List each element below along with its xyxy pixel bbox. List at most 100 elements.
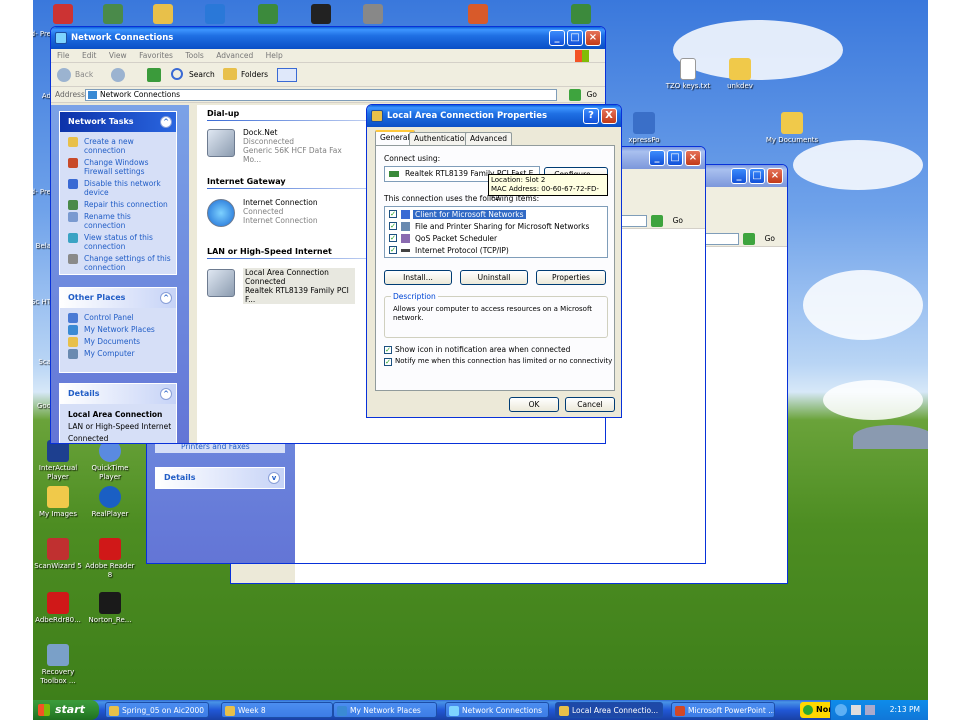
network-tray-icon[interactable] [865, 705, 875, 715]
tcpip-checkbox[interactable]: ✓ [389, 246, 397, 254]
clock[interactable]: 2:13 PM [890, 700, 920, 720]
excel-icon[interactable] [258, 4, 278, 24]
search-button[interactable]: Search [189, 70, 215, 79]
folder-icon[interactable] [153, 4, 173, 24]
qos-checkbox[interactable]: ✓ [389, 234, 397, 242]
place-my-computer[interactable]: My Computer [60, 348, 176, 360]
minimize-button[interactable]: _ [731, 168, 747, 184]
minimize-button[interactable]: _ [649, 150, 665, 166]
desktop-icon-partial[interactable]: Bela [33, 242, 51, 251]
desktop-icon-partial[interactable]: xpressPo [615, 112, 673, 145]
file-sharing-checkbox[interactable]: ✓ [389, 222, 397, 230]
desktop-icon-partial[interactable]: Sca [33, 358, 51, 367]
app-icon[interactable] [363, 4, 383, 24]
desktop-icon-partial[interactable]: Ad [33, 92, 51, 101]
place-my-documents[interactable]: My Documents [60, 336, 176, 348]
forward-arrow-icon[interactable] [111, 68, 125, 82]
desktop-icon-unkdev[interactable]: unkdev [711, 58, 769, 91]
menu-file[interactable]: File [57, 51, 70, 60]
taskbar-button-powerpoint[interactable]: Microsoft PowerPoint ... [671, 702, 775, 718]
go-icon[interactable] [743, 233, 755, 245]
app-icon[interactable] [53, 4, 73, 24]
details-panel[interactable]: Details v [155, 467, 285, 489]
desktop-icon-partial[interactable]: Sc HT [33, 298, 51, 307]
help-button[interactable]: ? [583, 108, 599, 124]
desktop-icon-adberdr[interactable]: AdbeRdr80... [33, 592, 87, 625]
menu-help[interactable]: Help [266, 51, 283, 60]
views-icon[interactable] [277, 68, 297, 82]
desktop-icon-realplayer[interactable]: RealPlayer [81, 486, 139, 519]
desktop-icon-norton-re[interactable]: Norton_Re... [81, 592, 139, 625]
menu-tools[interactable]: Tools [185, 51, 203, 60]
taskbar-button-network-connections[interactable]: Network Connections [445, 702, 549, 718]
details-header[interactable]: Details v [156, 468, 284, 488]
menu-advanced[interactable]: Advanced [216, 51, 253, 60]
desktop-icon-partial[interactable]: Goo [33, 402, 51, 411]
close-button[interactable]: × [585, 30, 601, 46]
install-button[interactable]: Install... [384, 270, 452, 285]
client-checkbox[interactable]: ✓ [389, 210, 397, 218]
show-icon-checkbox[interactable]: ✓ [384, 346, 392, 354]
start-button[interactable]: start [33, 700, 99, 720]
list-item[interactable]: ✓ QoS Packet Scheduler [385, 233, 605, 244]
connection-internet-gateway[interactable]: Internet Connection Connected Internet C… [203, 197, 353, 231]
desktop-icon-partial[interactable]: Ad- Pre [33, 30, 51, 39]
network-tasks-header[interactable]: Network Tasks ^ [60, 112, 176, 132]
components-list[interactable]: ✓ Client for Microsoft Networks ✓ File a… [384, 206, 608, 258]
task-view-status[interactable]: View status of this connection [60, 232, 176, 253]
properties-button[interactable]: Properties [536, 270, 606, 285]
app-icon[interactable] [468, 4, 488, 24]
dialog-titlebar[interactable]: Local Area Connection Properties ? X [367, 105, 621, 127]
cancel-button[interactable]: Cancel [565, 397, 615, 412]
maximize-button[interactable]: □ [667, 150, 683, 166]
list-item[interactable]: ✓ Client for Microsoft Networks [385, 209, 605, 220]
go-icon[interactable] [651, 215, 663, 227]
menu-favorites[interactable]: Favorites [139, 51, 173, 60]
task-disable-device[interactable]: Disable this network device [60, 178, 176, 199]
place-control-panel[interactable]: Control Panel [60, 312, 176, 324]
lan-properties-dialog[interactable]: Local Area Connection Properties ? X Gen… [366, 104, 622, 418]
other-places-header[interactable]: Other Places ^ [60, 288, 176, 308]
tray-collapse-icon[interactable] [835, 704, 847, 716]
window-titlebar[interactable]: Network Connections _ □ × [51, 27, 605, 49]
folders-icon[interactable] [223, 68, 237, 80]
task-create-connection[interactable]: Create a new connection [60, 136, 176, 157]
desktop-icon-adobe-reader[interactable]: Adobe Reader 8 [81, 538, 139, 580]
minimize-button[interactable]: _ [549, 30, 565, 46]
task-rename-connection[interactable]: Rename this connection [60, 211, 176, 232]
chevron-up-icon[interactable]: ^ [160, 388, 172, 400]
taskbar-button-network-places[interactable]: My Network Places [333, 702, 437, 718]
desktop-icon-quicktime[interactable]: QuickTime Player [81, 440, 139, 482]
desktop-icon-scanwizard[interactable]: ScanWizard 5 [33, 538, 87, 571]
taskbar-button-lan-properties[interactable]: Local Area Connectio... [555, 702, 663, 718]
connection-local-area[interactable]: Local Area Connection Connected Realtek … [203, 267, 355, 304]
search-icon[interactable] [171, 68, 183, 80]
excel-icon[interactable] [571, 4, 591, 24]
connection-dock-net[interactable]: Dock.Net Disconnected Generic 56K HCF Da… [203, 127, 353, 164]
up-folder-icon[interactable] [147, 68, 161, 82]
desktop-icon-my-documents[interactable]: My Documents [763, 112, 821, 145]
folders-button[interactable]: Folders [241, 70, 268, 79]
back-button[interactable]: Back [75, 70, 93, 79]
maximize-button[interactable]: □ [749, 168, 765, 184]
close-button[interactable]: X [601, 108, 617, 124]
notify-checkbox[interactable]: ✓ [384, 358, 392, 366]
desktop-icon-interactual[interactable]: InterActual Player [33, 440, 87, 482]
close-button[interactable]: × [767, 168, 783, 184]
menu-view[interactable]: View [109, 51, 127, 60]
taskbar-button-spring[interactable]: Spring_05 on Aic2000 [105, 702, 209, 718]
chevron-up-icon[interactable]: ^ [160, 292, 172, 304]
close-button[interactable]: × [685, 150, 701, 166]
address-input[interactable]: Network Connections [85, 89, 557, 101]
tab-advanced[interactable]: Advanced [465, 132, 513, 145]
task-repair-connection[interactable]: Repair this connection [60, 199, 176, 211]
ie-icon[interactable] [205, 4, 225, 24]
task-change-settings[interactable]: Change settings of this connection [60, 253, 176, 274]
maximize-button[interactable]: □ [567, 30, 583, 46]
list-item[interactable]: ✓ Internet Protocol (TCP/IP) [385, 245, 605, 256]
volume-icon[interactable] [851, 705, 861, 715]
app-icon[interactable] [103, 4, 123, 24]
menu-edit[interactable]: Edit [82, 51, 97, 60]
task-change-firewall[interactable]: Change Windows Firewall settings [60, 157, 176, 178]
place-my-network-places[interactable]: My Network Places [60, 324, 176, 336]
